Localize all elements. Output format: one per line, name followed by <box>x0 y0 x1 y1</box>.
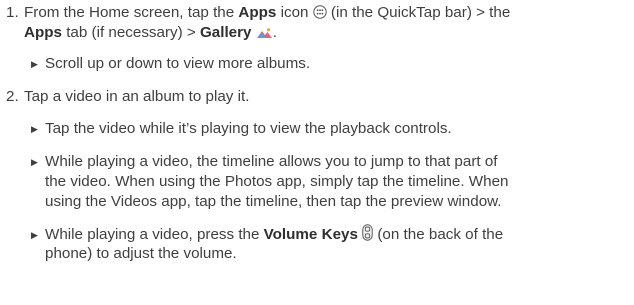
bullet-timeline-line-1: ▶ While playing a video, the timeline all… <box>31 153 498 170</box>
volume-keys-label: Volume Keys <box>263 226 358 243</box>
step-2-line-1: 2. Tap a video in an album to play it. <box>6 88 250 105</box>
apps-label: Apps <box>238 4 277 21</box>
instruction-document: 1. From the Home screen, tap the Apps ico… <box>0 0 634 305</box>
triangle-bullet-icon: ▶ <box>31 157 38 167</box>
step-1-line-1: 1. From the Home screen, tap the Apps ico… <box>6 3 510 25</box>
step-1-number: 1. <box>6 4 19 21</box>
triangle-bullet-icon: ▶ <box>31 124 38 134</box>
bullet-timeline-line-3: using the Videos app, tap the timeline, … <box>45 193 502 210</box>
gallery-icon <box>256 25 273 45</box>
volume-keys-icon <box>362 224 373 247</box>
bullet-scroll-albums: ▶ Scroll up or down to view more albums. <box>31 55 311 72</box>
step-1-line-2: Apps tab (if necessary) > Gallery . <box>24 23 277 45</box>
apps-grid-icon <box>312 5 327 25</box>
bullet-volume-line-2: phone) to adjust the volume. <box>45 245 237 262</box>
bullet-playback-controls: ▶ Tap the video while it’s playing to vie… <box>31 120 452 137</box>
step-2-number: 2. <box>6 88 19 105</box>
bullet-timeline-line-2: the video. When using the Photos app, si… <box>45 173 509 190</box>
triangle-bullet-icon: ▶ <box>31 59 38 69</box>
triangle-bullet-icon: ▶ <box>31 230 38 240</box>
apps-tab-label: Apps <box>24 24 62 41</box>
gallery-label: Gallery <box>199 24 252 41</box>
